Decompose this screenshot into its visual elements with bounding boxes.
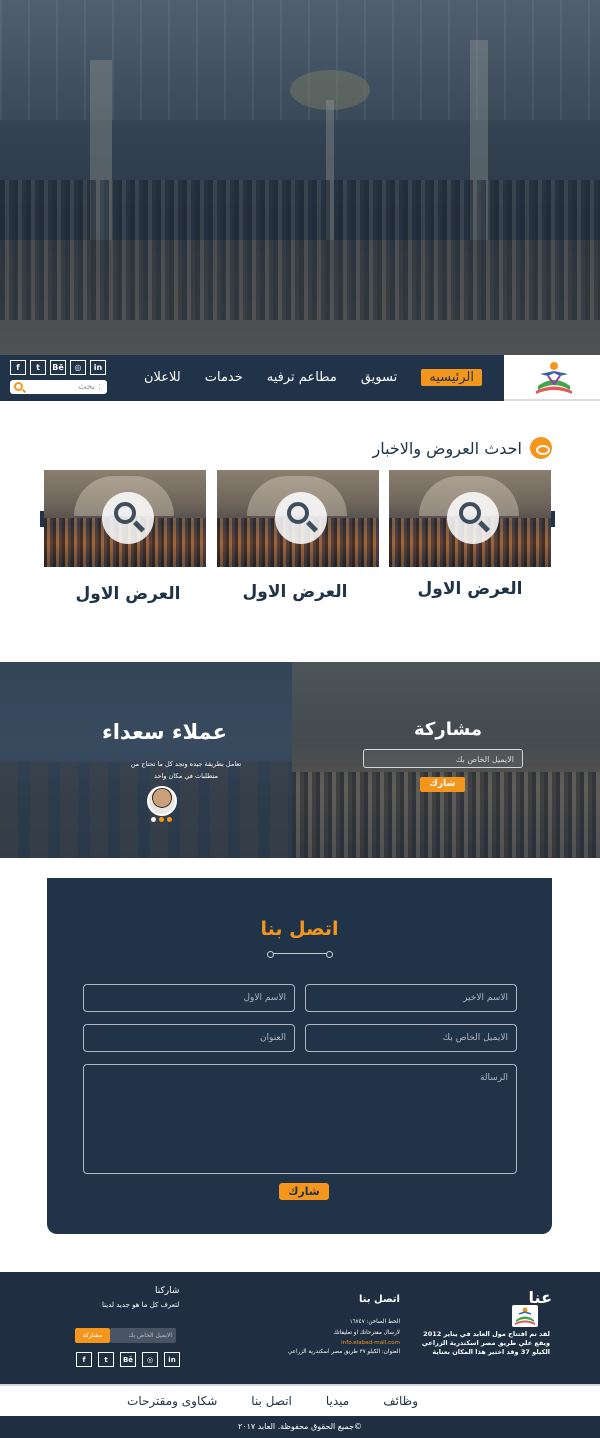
email-field[interactable]: الايميل الخاص بك [305, 1024, 517, 1052]
facebook-icon[interactable]: f [76, 1352, 92, 1367]
footer-email-input[interactable]: الايميل الخاص بك [110, 1328, 176, 1343]
title-divider [267, 951, 333, 958]
email-placeholder: الايميل الخاص بك [442, 1033, 508, 1043]
footer-link-jobs[interactable]: وظائف [383, 1394, 418, 1408]
footer-social-links: f t Bē ◎ in [76, 1352, 180, 1367]
mall-logo-icon [536, 362, 572, 394]
offer-card-image[interactable] [389, 470, 551, 567]
dribbble-icon[interactable]: ◎ [70, 360, 86, 375]
zoom-icon[interactable] [447, 492, 499, 544]
zoom-icon[interactable] [275, 492, 327, 544]
offer-card-image[interactable] [44, 470, 206, 567]
twitter-icon[interactable]: t [98, 1352, 114, 1367]
slider-dot[interactable] [151, 817, 156, 822]
nav-item-services[interactable]: خدمات [205, 370, 243, 385]
copyright-text: جميع الحقوق محفوظة. العابد ٢٠١٧© [237, 1422, 363, 1431]
contact-title: اتصل بنا [260, 918, 339, 940]
eye-icon [530, 437, 552, 459]
hero-banner [0, 0, 600, 355]
zoom-icon[interactable] [102, 492, 154, 544]
first-name-field[interactable]: الاسم الاول [83, 984, 295, 1012]
slider-dot-active[interactable] [159, 817, 164, 822]
nav-social-links: f t Bē ◎ in [10, 360, 106, 375]
search-icon[interactable] [14, 382, 23, 391]
footer-logo[interactable] [512, 1305, 538, 1327]
contact-submit-button[interactable]: شارك [279, 1183, 329, 1200]
behance-icon[interactable]: Bē [120, 1352, 136, 1367]
happy-clients-title: عملاء سعداء [102, 720, 227, 744]
share-title: مشاركة [414, 719, 482, 740]
nav-item-shopping[interactable]: تسويق [361, 370, 397, 385]
offer-card-title[interactable]: العرض الاول [47, 584, 209, 604]
last-name-field[interactable]: الاسم الاخير [305, 984, 517, 1012]
search-input[interactable]: بحث : [10, 380, 107, 394]
address-placeholder: العنوان [259, 1033, 286, 1043]
message-field[interactable]: الرسالة [83, 1064, 517, 1174]
nav-item-home[interactable]: الرئيسيه [421, 369, 482, 386]
address-field[interactable]: العنوان [83, 1024, 295, 1052]
nav-menu: الرئيسيه تسويق مطاعم ترفيه خدمات للاعلان [144, 369, 482, 386]
share-button[interactable]: شارك [420, 777, 465, 792]
behance-icon[interactable]: Bē [50, 360, 66, 375]
nav-item-restaurants[interactable]: مطاعم ترفيه [267, 370, 337, 385]
footer-share-button[interactable]: مشاركة [75, 1328, 110, 1343]
client-avatar [147, 786, 177, 816]
footer-link-contact[interactable]: اتصل بنا [251, 1394, 292, 1408]
footer: عنا لقد تم افتتاح مول العابد في يناير 20… [0, 1272, 600, 1384]
nav-item-advertise[interactable]: للاعلان [144, 370, 181, 385]
mall-logo-icon [515, 1307, 535, 1325]
slider-dot-active[interactable] [167, 817, 172, 822]
facebook-icon[interactable]: f [10, 360, 26, 375]
footer-email-link[interactable]: info.elabed-mall.com [341, 1340, 400, 1346]
first-name-placeholder: الاسم الاول [243, 993, 286, 1003]
share-email-placeholder: الايميل الخاص بك [455, 755, 514, 764]
offers-heading: احدث العروض والاخبار [372, 437, 552, 459]
happy-clients-text: تعامل بطريقة جيده وتجد كل ما تحتاج من مت… [130, 760, 242, 780]
message-placeholder: الرسالة [479, 1073, 508, 1083]
offer-card-title[interactable]: العرض الاول [214, 582, 376, 602]
linkedin-icon[interactable]: in [90, 360, 106, 375]
footer-share-text: لتعرف كل ما هو جديد لدينا [102, 1301, 180, 1309]
offers-title: احدث العروض والاخبار [372, 438, 522, 458]
logo-box[interactable] [504, 355, 600, 401]
copyright-bar: جميع الحقوق محفوظة. العابد ٢٠١٧© [0, 1416, 600, 1438]
footer-hotline: الخط الساخن: ١٦٧٤٧ [349, 1319, 400, 1325]
last-name-placeholder: الاسم الاخير [463, 993, 508, 1003]
contact-form: اتصل بنا الاسم الاخير الاسم الاول الايمي… [47, 878, 552, 1234]
offer-card-image[interactable] [217, 470, 379, 567]
footer-link-media[interactable]: ميديا [326, 1394, 349, 1408]
footer-address: العنوان: الكيلو ٣٧ طريق مصر اسكندرية الز… [287, 1349, 400, 1355]
footer-email-placeholder: الايميل الخاص بك [128, 1332, 172, 1339]
footer-link-complaints[interactable]: شكاوى ومقترحات [127, 1394, 217, 1408]
testimonial-dots [151, 817, 172, 822]
footer-suggestions: لارسال مقترحاتك او تعليقاتك [333, 1330, 400, 1336]
footer-share-title: شاركنا [155, 1286, 180, 1296]
hero-overlay [0, 0, 600, 355]
dribbble-icon[interactable]: ◎ [142, 1352, 158, 1367]
footer-links: وظائف ميديا اتصل بنا شكاوى ومقترحات [127, 1394, 418, 1408]
search-placeholder: بحث : [77, 382, 101, 392]
footer-links-bar: وظائف ميديا اتصل بنا شكاوى ومقترحات [0, 1384, 600, 1416]
footer-about-text: لقد تم افتتاح مول العابد في يناير 2012 و… [421, 1330, 550, 1356]
linkedin-icon[interactable]: in [164, 1352, 180, 1367]
twitter-icon[interactable]: t [30, 360, 46, 375]
footer-contact-title: اتصل بنا [358, 1294, 400, 1305]
offer-card-title[interactable]: العرض الاول [389, 579, 551, 599]
share-email-input[interactable]: الايميل الخاص بك [363, 749, 523, 768]
